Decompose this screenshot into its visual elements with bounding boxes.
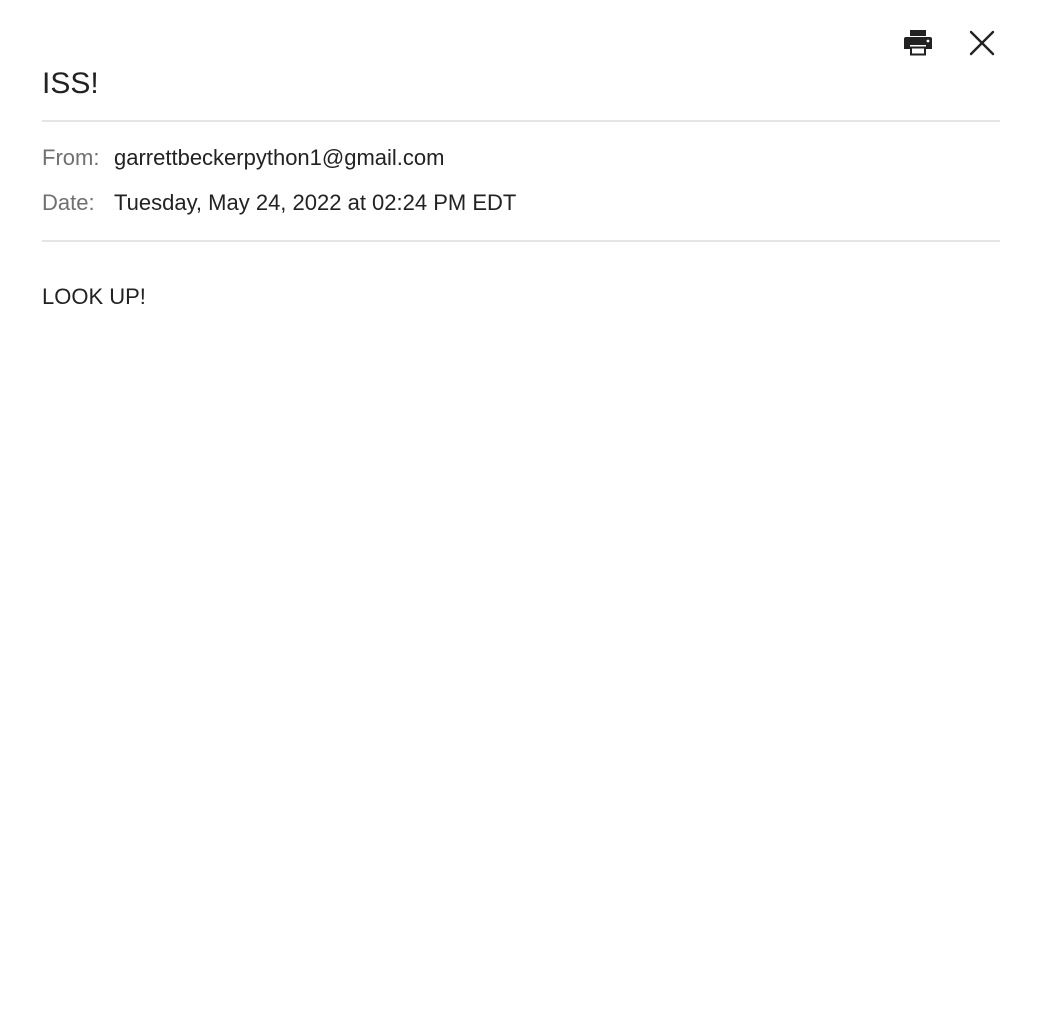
printer-icon: [903, 29, 933, 57]
email-toolbar: [899, 24, 1001, 62]
date-row: Date: Tuesday, May 24, 2022 at 02:24 PM …: [42, 189, 516, 217]
email-subject: ISS!: [42, 67, 99, 100]
email-body: LOOK UP!: [42, 284, 146, 309]
close-button[interactable]: [963, 24, 1001, 62]
meta-divider: [42, 240, 1000, 242]
date-label: Date:: [42, 190, 95, 215]
close-icon: [969, 30, 995, 56]
from-label: From:: [42, 145, 100, 170]
print-button[interactable]: [899, 24, 937, 62]
header-divider: [42, 120, 1000, 122]
date-value: Tuesday, May 24, 2022 at 02:24 PM EDT: [114, 190, 517, 215]
from-row: From: garrettbeckerpython1@gmail.com: [42, 144, 444, 172]
from-address: garrettbeckerpython1@gmail.com: [114, 145, 445, 170]
